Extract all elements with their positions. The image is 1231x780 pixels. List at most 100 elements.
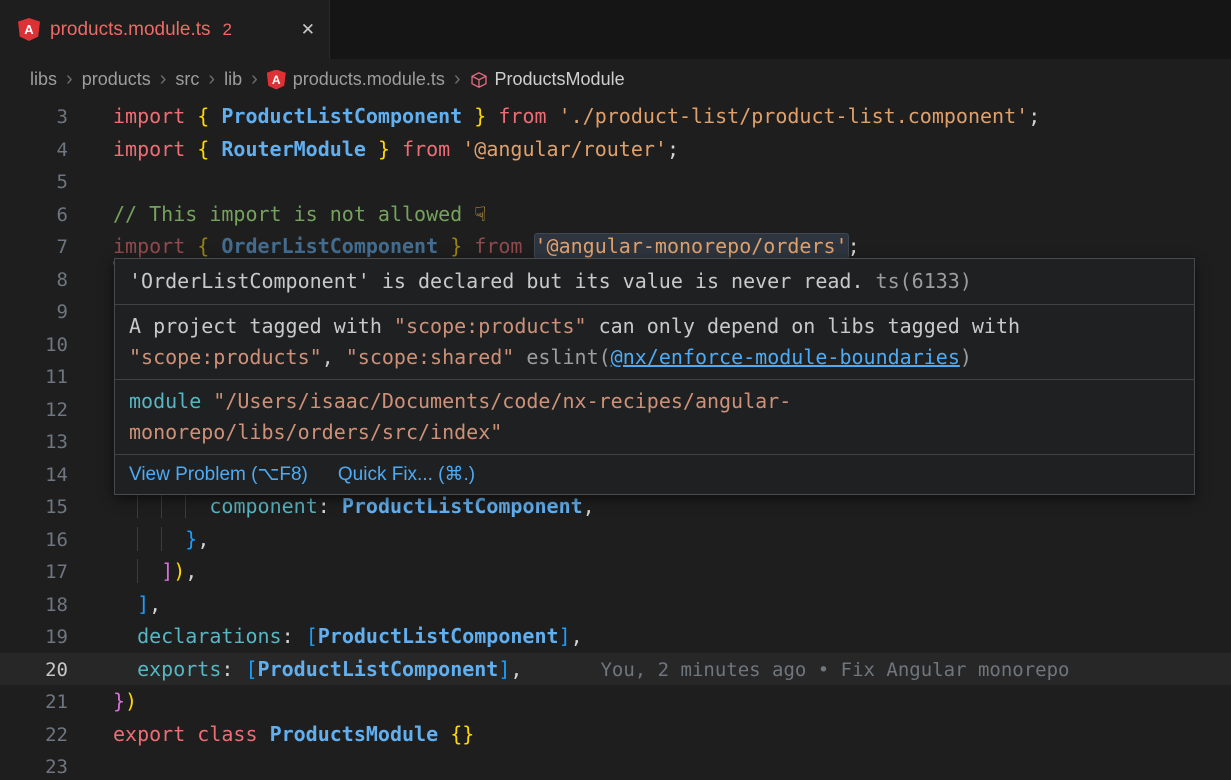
breadcrumb-item[interactable]: ProductsModule (470, 69, 625, 90)
code-token: : (282, 624, 306, 648)
code-token: ProductListComponent (318, 624, 559, 648)
close-tab-icon[interactable]: ✕ (301, 20, 315, 40)
code-token: from (474, 234, 522, 258)
code-token: declarations (137, 624, 282, 648)
code-token (438, 234, 450, 258)
code-token: // This import is not allowed (113, 202, 474, 226)
code-token: './product-list/product-list.component' (559, 104, 1029, 128)
code-token: OrderListComponent (221, 234, 438, 258)
code-line-content: import { RouterModule } from '@angular/r… (113, 137, 679, 161)
code-line-content: import { OrderListComponent } from '@ang… (113, 234, 860, 258)
code-token: from (402, 137, 450, 161)
code-token (185, 104, 197, 128)
tab-products-module[interactable]: A products.module.ts 2 ✕ (0, 0, 330, 59)
code-token: import (113, 137, 185, 161)
code-token: } (185, 527, 197, 551)
tab-problems-badge: 2 (223, 20, 232, 40)
hover-ts-message: 'OrderListComponent' is declared but its… (115, 259, 1194, 304)
code-token: import (113, 234, 185, 258)
code-token: , (149, 592, 161, 616)
code-token: [ (245, 657, 257, 681)
code-token: ts(6133) (864, 269, 972, 293)
code-line[interactable]: 5 (0, 165, 1231, 198)
blame-annotation: You, 2 minutes ago • Fix Angular monorep… (600, 659, 1069, 681)
code-line-content: component: ProductListComponent, (113, 494, 595, 518)
code-line[interactable]: 23 (0, 750, 1231, 780)
code-line[interactable]: 4 import { RouterModule } from '@angular/… (0, 133, 1231, 166)
breadcrumb-label: ProductsModule (495, 69, 625, 90)
line-number: 21 (0, 686, 68, 719)
chevron-icon: › (251, 68, 258, 91)
code-token: 'OrderListComponent' is declared but its… (129, 269, 864, 293)
code-line-content: }) (113, 689, 137, 713)
code-token: "scope:shared" (346, 345, 515, 369)
code-token (209, 137, 221, 161)
line-number: 7 (0, 231, 68, 264)
code-token: eslint( (526, 345, 610, 369)
code-line[interactable]: 6// This import is not allowed ☟ (0, 198, 1231, 231)
code-line[interactable]: 3import { ProductListComponent } from '.… (0, 100, 1231, 133)
line-number: 4 (0, 134, 68, 167)
view-problem-action[interactable]: View Problem (⌥F8) (129, 461, 308, 488)
code-token: ProductListComponent (342, 494, 583, 518)
code-token: A project tagged with (129, 314, 394, 338)
code-token (161, 527, 185, 551)
code-token (185, 137, 197, 161)
code-token: ] (161, 559, 173, 583)
code-token (547, 104, 559, 128)
vscode-window: A products.module.ts 2 ✕ libs › products › s… (0, 0, 1231, 780)
code-line-content: ]), (113, 559, 197, 583)
code-token: { (197, 137, 209, 161)
line-number: 12 (0, 394, 68, 427)
chevron-icon: › (66, 68, 73, 91)
code-line[interactable]: 21}) (0, 685, 1231, 718)
code-token: [ (306, 624, 318, 648)
eslint-rule-link[interactable]: @nx/enforce-module-boundaries (611, 345, 960, 369)
line-number: 14 (0, 459, 68, 492)
code-line[interactable]: 19 declarations: [ProductListComponent], (0, 620, 1231, 653)
code-token: , (510, 657, 522, 681)
code-line[interactable]: 16 }, (0, 523, 1231, 556)
code-token: RouterModule (221, 137, 366, 161)
tab-bar: A products.module.ts 2 ✕ (0, 0, 1231, 59)
breadcrumb-label: lib (224, 69, 242, 90)
code-token: import (113, 104, 185, 128)
code-token (161, 494, 185, 518)
code-token (137, 527, 161, 551)
code-token (209, 104, 221, 128)
code-token (113, 657, 137, 681)
code-token: , (322, 345, 346, 369)
code-line[interactable]: 20 exports: [ProductListComponent],You, … (0, 653, 1231, 686)
breadcrumb-item[interactable]: products (82, 69, 151, 90)
code-token (185, 234, 197, 258)
code-token (258, 722, 270, 746)
line-number: 13 (0, 426, 68, 459)
code-line[interactable]: 18 ], (0, 588, 1231, 621)
breadcrumb-label: libs (30, 69, 57, 90)
line-number: 22 (0, 719, 68, 752)
code-token: , (197, 527, 209, 551)
hover-eslint-line: "scope:products", "scope:shared" eslint(… (129, 342, 1180, 373)
code-token: ] (559, 624, 571, 648)
hover-module-line: module "/Users/isaac/Documents/code/nx-r… (129, 386, 1180, 417)
editor: 3import { ProductListComponent } from '.… (0, 100, 1231, 780)
code-token (522, 234, 534, 258)
code-line[interactable]: 17 ]), (0, 555, 1231, 588)
hover-eslint-message: A project tagged with "scope:products" c… (115, 305, 1194, 379)
code-token: { (197, 234, 209, 258)
hover-module-path: module "/Users/isaac/Documents/code/nx-r… (115, 380, 1194, 454)
code-token (185, 722, 197, 746)
breadcrumb-item[interactable]: lib (224, 69, 242, 90)
code-token: ; (667, 137, 679, 161)
code-token: ☟ (474, 202, 486, 226)
angular-file-icon: A (18, 18, 40, 41)
code-token (438, 722, 450, 746)
breadcrumb-item[interactable]: Aproducts.module.ts (267, 69, 445, 90)
code-token: {} (450, 722, 474, 746)
quick-fix-action[interactable]: Quick Fix... (⌘.) (338, 461, 475, 488)
code-line[interactable]: 22export class ProductsModule {} (0, 718, 1231, 751)
code-token: , (583, 494, 595, 518)
breadcrumb-item[interactable]: src (175, 69, 199, 90)
code-token: } (378, 137, 390, 161)
breadcrumb-item[interactable]: libs (30, 69, 57, 90)
